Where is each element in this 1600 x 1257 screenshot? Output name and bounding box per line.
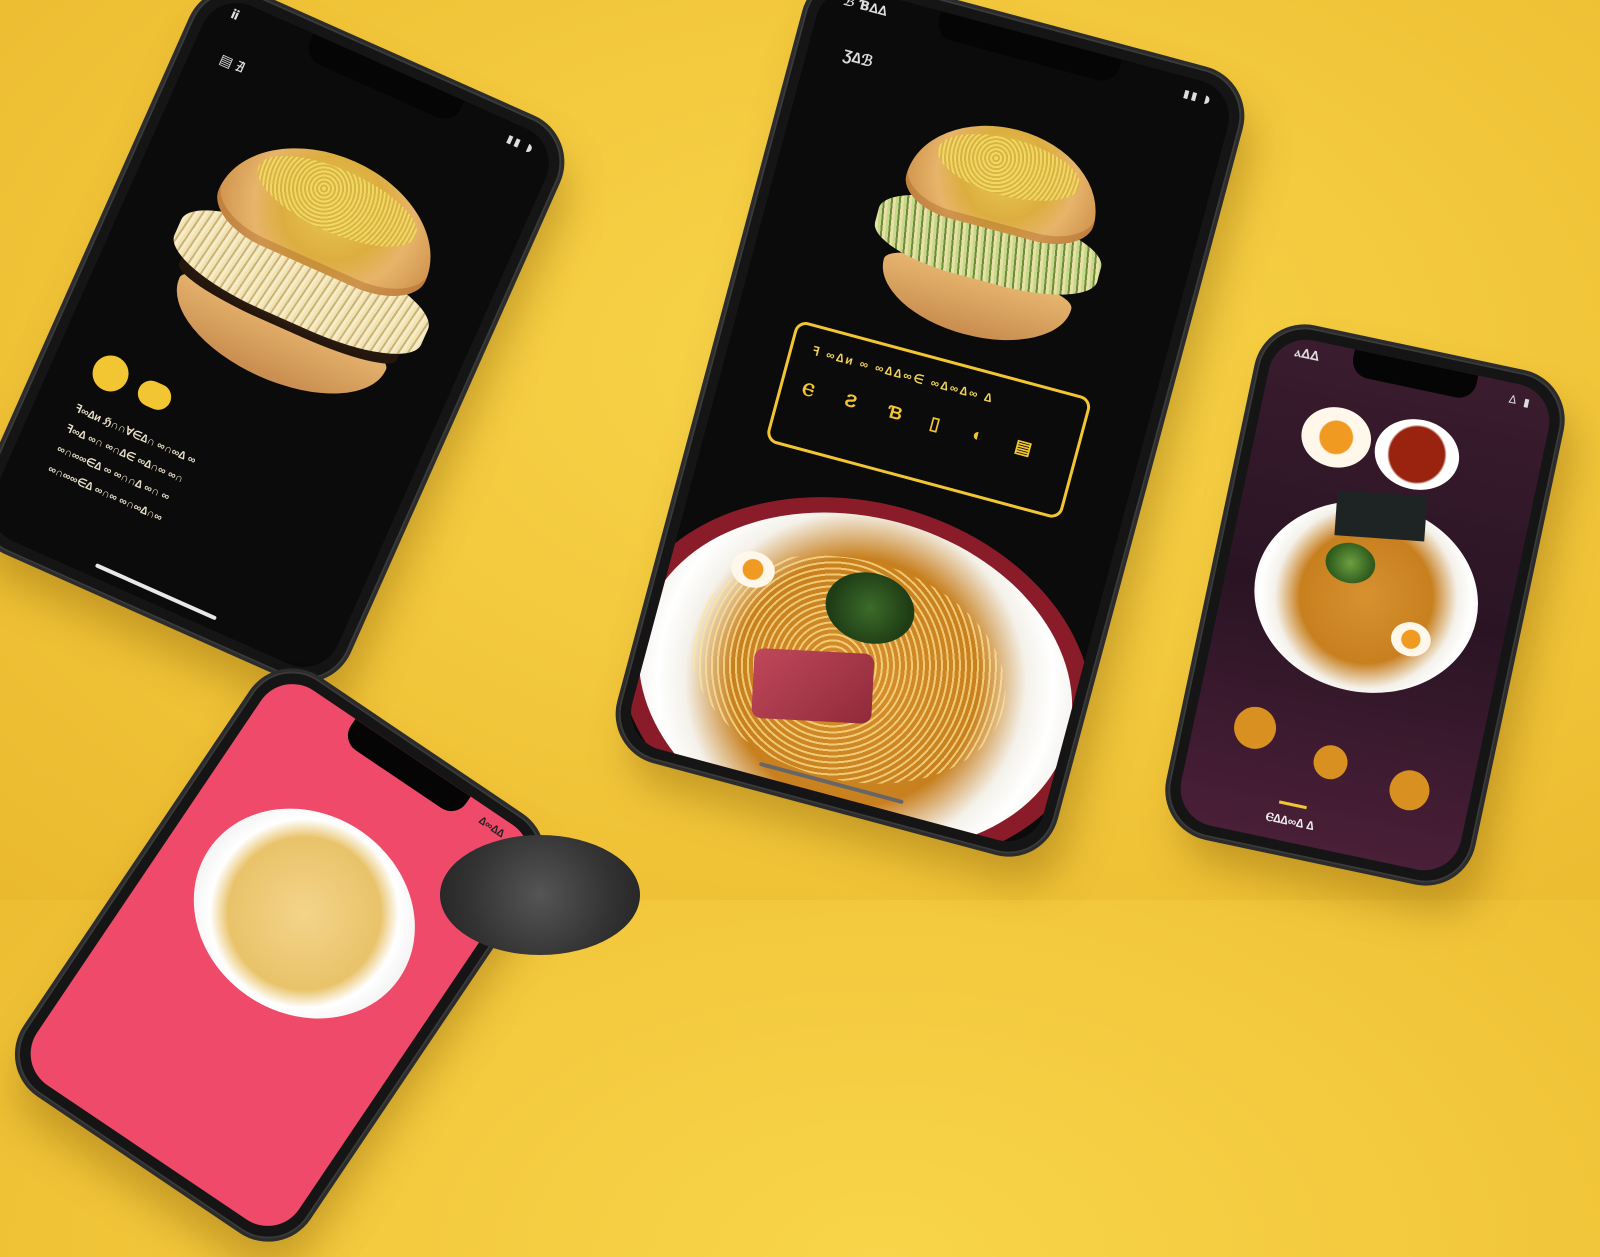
coin-icon[interactable] [86,349,135,398]
nori [1334,490,1428,542]
notch [1349,349,1479,401]
phone-left: ⅱ ▮▮ ◗ ▤ ∄ ꟻ∞∆ᴎ ℌ∩∩∀∈∆∩ ∞∩∞∆ ∞ ꟻ∞∆ ∞∩ ∞∩… [0,0,577,695]
status-text: ∆∞∆∆ [476,814,507,841]
info-glyph-6[interactable]: ▤ [1012,435,1035,460]
menu-item-icon-3[interactable] [1385,766,1434,815]
ramen-bowl-image [153,766,456,1061]
menu-label[interactable]: Ʒ∆ℬ [841,46,875,71]
plate-image [440,835,640,955]
phone-right-screen: ⲁ∆∆ ∆ ▮ ▬▬▬ Ⲉ∆∆∞∆ ∆ [1173,332,1557,878]
phone-center: ℬ Ɓ∆∆ ▮▮ ◗ Ʒ∆ℬ ꟻ ∞∆ᴎ ∞ ∞∆∆∞∈ ∞∆∞∆∞ ∆ Ⲉ Ƨ… [607,0,1253,865]
phone-bottom: ∆∞∆∆ [0,652,561,1257]
footer-caption[interactable]: Ⲉ∆∆∞∆ ∆ [1264,809,1316,834]
egg-cup-image [1295,400,1377,474]
notch [303,33,465,125]
phone-right: ⲁ∆∆ ∆ ▮ ▬▬▬ Ⲉ∆∆∞∆ ∆ [1159,318,1571,892]
info-box-title: ꟻ ∞∆ᴎ ∞ ∞∆∆∞∈ ∞∆∞∆∞ ∆ [810,343,996,406]
sauce-cup-image [1368,411,1466,498]
menu-item-icon-1[interactable] [1230,702,1280,753]
info-glyph-3[interactable]: Ɓ [885,401,905,425]
status-time: ⅱ [228,7,242,25]
notch [934,11,1123,85]
info-glyph-1[interactable]: Ⲉ [800,378,816,401]
status-time: ⲁ∆∆ [1293,345,1321,365]
status-icons: ▮▮ ◗ [1181,86,1214,108]
info-glyph-5[interactable]: ◐ [970,424,986,447]
home-indicator[interactable] [94,563,217,621]
bowl-icon[interactable] [133,376,176,415]
status-icons: ∆ ▮ [1507,392,1533,411]
notch [340,718,471,819]
info-glyph-4[interactable]: ▯ [927,413,943,436]
menu-item-icon-2[interactable] [1310,742,1351,783]
chashu [751,647,875,725]
ramen-burger-image [852,100,1130,367]
phone-left-screen: ⅱ ▮▮ ◗ ▤ ∄ ꟻ∞∆ᴎ ℌ∩∩∀∈∆∩ ∞∩∞∆ ∞ ꟻ∞∆ ∞∩ ∞∩… [0,0,561,680]
footer-bar: ▬▬▬ [1278,795,1307,812]
phone-bottom-screen: ∆∞∆∆ [15,669,545,1241]
phone-center-screen: ℬ Ɓ∆∆ ▮▮ ◗ Ʒ∆ℬ ꟻ ∞∆ᴎ ∞ ∞∆∆∞∈ ∞∆∞∆∞ ∆ Ⲉ Ƨ… [622,0,1238,850]
ramen-burger-image [134,107,478,436]
info-glyph-2[interactable]: Ƨ [842,390,860,413]
menu-label[interactable]: ▤ ∄ [217,51,247,77]
status-time: ℬ Ɓ∆∆ [841,0,889,20]
status-icons: ▮▮ ◗ [504,132,537,156]
